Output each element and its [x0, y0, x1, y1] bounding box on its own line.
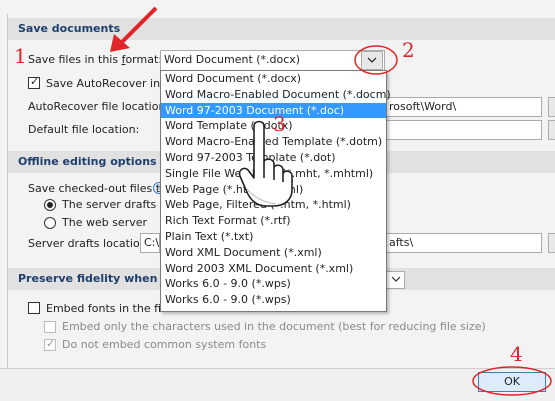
server-drafts-radio[interactable]	[44, 199, 56, 211]
autorecover-location-field[interactable]: rosoft\Word\	[385, 97, 542, 117]
top-strip	[0, 0, 555, 14]
do-not-embed-system-label: Do not embed common system fonts	[62, 338, 267, 351]
format-option[interactable]: Works 6.0 - 9.0 (*.wps)	[161, 292, 386, 308]
format-option[interactable]: Word XML Document (*.xml)	[161, 245, 386, 261]
embed-fonts-label: Embed fonts in the file	[46, 302, 171, 315]
format-option[interactable]: Works 6.0 - 9.0 (*.wps)	[161, 276, 386, 292]
options-panel-border	[7, 14, 8, 370]
annotation-circle-4	[472, 366, 552, 396]
server-drafts-location-value: C:\	[144, 236, 160, 249]
section-save-documents: Save documents	[8, 18, 555, 40]
fidelity-document-select[interactable]	[385, 271, 405, 289]
format-option[interactable]: Plain Text (*.txt)	[161, 229, 386, 245]
format-option[interactable]: Word Macro-Enabled Document (*.docm)	[161, 87, 391, 103]
annotation-step-2: 2	[402, 38, 415, 62]
server-drafts-location-label: Server drafts location:	[28, 237, 151, 250]
server-drafts-location-field-right[interactable]: afts\	[385, 233, 542, 253]
annotation-step-1: 1	[14, 44, 27, 68]
default-location-label: Default file location:	[28, 123, 140, 136]
format-option[interactable]: Word 2003 XML Document (*.xml)	[161, 261, 386, 277]
autorecover-label: Save AutoRecover infor	[46, 77, 176, 90]
save-checked-out-label: Save checked-out files to:	[28, 182, 171, 195]
hand-pointer-icon	[238, 120, 293, 207]
do-not-embed-system-checkbox[interactable]: ✓	[44, 337, 56, 351]
red-arrow-icon	[110, 6, 158, 52]
default-location-browse-button[interactable]	[548, 120, 555, 140]
autorecover-browse-button[interactable]	[548, 97, 555, 117]
web-server-radio[interactable]	[44, 217, 56, 229]
default-location-field[interactable]	[385, 120, 542, 140]
autorecover-location-label: AutoRecover file location:	[28, 100, 170, 113]
chevron-down-icon	[391, 276, 401, 282]
server-drafts-location-value-right: afts\	[389, 236, 414, 249]
annotation-circle-2	[354, 45, 398, 75]
save-format-value: Word Document (*.docx)	[164, 53, 301, 66]
embed-only-used-checkbox[interactable]	[44, 321, 56, 333]
save-format-label: Save files in this format:	[28, 53, 162, 66]
embed-only-used-label: Embed only the characters used in the do…	[62, 320, 486, 333]
server-drafts-browse-button[interactable]	[548, 233, 555, 253]
autorecover-checkbox[interactable]: ✓	[28, 75, 40, 89]
format-option[interactable]: Rich Text Format (*.rtf)	[161, 213, 386, 229]
web-server-option-label: The web server	[62, 216, 148, 229]
server-drafts-location-field[interactable]: C:\	[140, 233, 160, 253]
embed-fonts-checkbox[interactable]	[28, 302, 40, 314]
autorecover-location-value: rosoft\Word\	[389, 100, 457, 113]
